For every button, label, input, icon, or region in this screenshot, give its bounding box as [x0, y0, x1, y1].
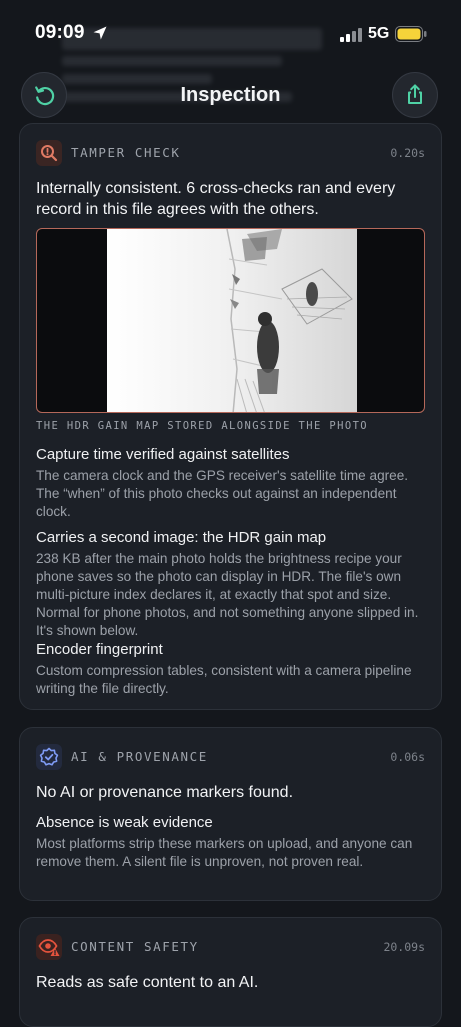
status-time: 09:09 — [35, 22, 85, 43]
gain-map-caption: THE HDR GAIN MAP STORED ALONGSIDE THE PH… — [36, 420, 369, 432]
content-safety-summary: Reads as safe content to an AI. — [36, 974, 259, 991]
ai-item-body: Most platforms strip these markers on up… — [36, 836, 413, 869]
content-safety-label: CONTENT SAFETY — [71, 939, 199, 954]
network-type: 5G — [368, 25, 390, 42]
content-safety-header: CONTENT SAFETY 20.09s — [36, 934, 425, 960]
ai-provenance-label: AI & PROVENANCE — [71, 749, 208, 764]
ai-provenance-duration: 0.06s — [390, 750, 425, 764]
ai-provenance-card: AI & PROVENANCE 0.06s No AI or provenanc… — [19, 727, 442, 901]
content-safety-card: CONTENT SAFETY 20.09s Reads as safe cont… — [19, 917, 442, 1027]
tamper-item-body: 238 KB after the main photo holds the br… — [36, 551, 419, 638]
hdr-gain-map-image[interactable] — [36, 228, 425, 413]
tamper-check-card: TAMPER CHECK 0.20s Internally consistent… — [19, 123, 442, 710]
tamper-item-body: The camera clock and the GPS receiver's … — [36, 468, 409, 519]
content-safety-duration: 20.09s — [383, 940, 425, 954]
tamper-item-title: Capture time verified against satellites — [36, 446, 290, 463]
magnifier-alert-icon — [36, 140, 62, 166]
tamper-item-body: Custom compression tables, consistent wi… — [36, 663, 412, 696]
cellular-signal-icon — [340, 28, 362, 42]
gain-map-photo — [107, 229, 357, 412]
tamper-item-title: Carries a second image: the HDR gain map — [36, 529, 327, 546]
ai-provenance-summary: No AI or provenance markers found. — [36, 784, 294, 801]
tamper-check-summary: Internally consistent. 6 cross-checks ra… — [36, 180, 396, 218]
share-icon — [408, 84, 422, 104]
ai-item-title: Absence is weak evidence — [36, 814, 213, 831]
ai-provenance-header: AI & PROVENANCE 0.06s — [36, 744, 425, 770]
tamper-item-title: Encoder fingerprint — [36, 641, 163, 658]
tamper-check-duration: 0.20s — [390, 146, 425, 160]
tamper-check-header: TAMPER CHECK 0.20s — [36, 140, 425, 166]
eye-warning-icon — [36, 934, 62, 960]
share-button[interactable] — [392, 72, 438, 118]
nav-header: Inspection — [0, 70, 461, 122]
battery-icon — [395, 26, 427, 42]
location-arrow-icon — [93, 26, 107, 40]
status-bar: 09:09 5G — [0, 0, 461, 70]
verified-badge-icon — [36, 744, 62, 770]
tamper-check-label: TAMPER CHECK — [71, 145, 181, 160]
